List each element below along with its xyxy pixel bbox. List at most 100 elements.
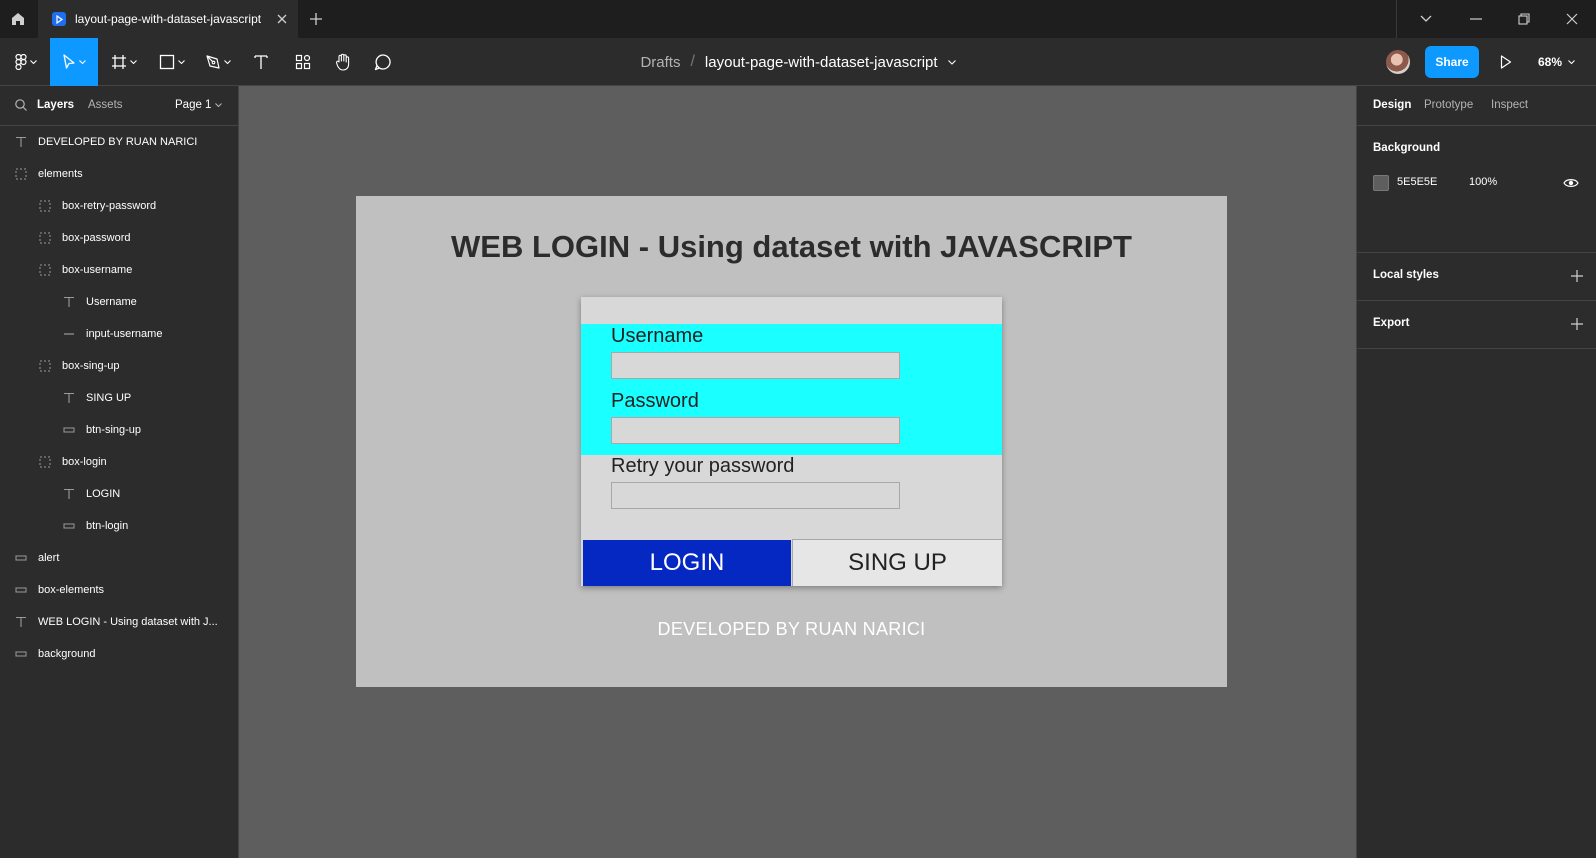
toolbar: Drafts / layout-page-with-dataset-javasc… [0, 38, 1596, 86]
shape-tool-button[interactable] [152, 38, 192, 86]
layer-row[interactable]: box-login [0, 446, 239, 478]
file-tab[interactable]: layout-page-with-dataset-javascript [38, 0, 298, 38]
pen-tool-button[interactable] [198, 38, 238, 86]
components-icon [295, 54, 311, 70]
avatar[interactable] [1386, 50, 1410, 74]
layer-label: Username [86, 296, 137, 308]
tab-prototype[interactable]: Prototype [1424, 99, 1473, 111]
resources-tool-button[interactable] [288, 38, 318, 86]
layer-row[interactable]: WEB LOGIN - Using dataset with J... [0, 606, 239, 638]
layer-row[interactable]: SING UP [0, 382, 239, 414]
layer-row[interactable]: box-elements [0, 574, 239, 606]
new-tab-button[interactable] [304, 7, 328, 31]
home-button[interactable] [0, 0, 36, 38]
layer-row[interactable]: box-retry-password [0, 190, 239, 222]
plus-icon [310, 13, 322, 25]
hand-tool-button[interactable] [328, 38, 358, 86]
figma-logo-icon [15, 54, 27, 70]
main-menu-button[interactable] [6, 38, 46, 86]
retry-password-label: Retry your password [611, 455, 795, 477]
close-icon [1566, 13, 1578, 25]
tab-design[interactable]: Design [1373, 99, 1411, 111]
close-icon [277, 14, 287, 24]
add-export-button[interactable] [1569, 316, 1585, 332]
signup-button[interactable]: SING UP [792, 539, 1002, 586]
layer-label: background [38, 648, 96, 660]
canvas[interactable]: WEB LOGIN - Using dataset with JAVASCRIP… [239, 86, 1573, 858]
eye-icon[interactable] [1563, 175, 1579, 191]
share-button[interactable]: Share [1425, 46, 1479, 78]
export-heading: Export [1373, 317, 1410, 329]
frame-icon [112, 55, 126, 69]
password-field[interactable] [611, 417, 900, 444]
close-tab-button[interactable] [270, 7, 294, 31]
background-hex-value[interactable]: 5E5E5E [1397, 176, 1437, 188]
file-name[interactable]: layout-page-with-dataset-javascript [705, 54, 938, 71]
file-menu-button[interactable] [947, 59, 956, 65]
plus-icon [1571, 270, 1583, 282]
frame-tool-button[interactable] [104, 38, 144, 86]
layer-label: box-retry-password [62, 200, 157, 212]
layer-row[interactable]: box-sing-up [0, 350, 239, 382]
tab-layers[interactable]: Layers [37, 99, 74, 111]
divider [1396, 0, 1397, 38]
layer-row[interactable]: alert [0, 542, 239, 574]
move-tool-button[interactable] [50, 38, 98, 86]
layer-row[interactable]: DEVELOPED BY RUAN NARICI [0, 126, 239, 158]
pen-icon [206, 55, 220, 69]
tab-assets[interactable]: Assets [88, 99, 123, 111]
rectangle-icon [159, 54, 175, 70]
text-icon [254, 55, 268, 69]
text-tool-button[interactable] [246, 38, 276, 86]
group-icon [38, 359, 52, 373]
breadcrumb-drafts[interactable]: Drafts [640, 54, 680, 71]
background-color-swatch[interactable] [1373, 175, 1389, 191]
rectangle-icon [14, 551, 28, 565]
breadcrumb-separator: / [690, 53, 695, 70]
layer-row[interactable]: box-password [0, 222, 239, 254]
cursor-icon [63, 54, 75, 69]
text-icon [14, 615, 28, 629]
page-selector[interactable]: Page 1 [175, 99, 223, 111]
design-frame[interactable]: WEB LOGIN - Using dataset with JAVASCRIP… [356, 196, 1227, 687]
hand-icon [335, 53, 350, 71]
layer-label: btn-sing-up [86, 424, 142, 436]
search-icon[interactable] [14, 98, 28, 112]
tab-inspect[interactable]: Inspect [1491, 99, 1528, 111]
layer-row[interactable]: elements [0, 158, 239, 190]
layer-row[interactable]: btn-sing-up [0, 414, 239, 446]
layer-row[interactable]: background [0, 638, 239, 670]
present-button[interactable] [1494, 50, 1518, 74]
zoom-menu[interactable]: 68% [1538, 50, 1575, 74]
layer-row[interactable]: box-username [0, 254, 239, 286]
local-styles-section: Local styles [1357, 253, 1596, 301]
login-box[interactable]: Username Password Retry your password LO… [581, 297, 1002, 586]
layer-row[interactable]: Username [0, 286, 239, 318]
comment-icon [374, 54, 391, 71]
background-heading: Background [1373, 142, 1441, 154]
close-window-button[interactable] [1548, 0, 1596, 38]
layer-row[interactable]: btn-login [0, 510, 239, 542]
layers-panel: Layers Assets Page 1 DEVELOPED BY RUAN N… [0, 86, 239, 858]
retry-password-field[interactable] [611, 482, 900, 509]
password-label: Password [611, 390, 699, 412]
login-button[interactable]: LOGIN [583, 540, 791, 586]
minimize-button[interactable] [1452, 0, 1500, 38]
background-opacity-value[interactable]: 100% [1469, 176, 1497, 188]
rectangle-icon [14, 647, 28, 661]
add-style-button[interactable] [1569, 268, 1585, 284]
developer-credit: DEVELOPED BY RUAN NARICI [657, 619, 926, 639]
breadcrumb: Drafts / layout-page-with-dataset-javasc… [0, 38, 1596, 86]
layer-label: elements [38, 168, 83, 180]
zoom-level: 68% [1538, 55, 1563, 69]
tabs-dropdown-button[interactable] [1402, 0, 1450, 38]
export-section: Export [1357, 301, 1596, 349]
comment-tool-button[interactable] [368, 38, 398, 86]
text-icon [14, 135, 28, 149]
restore-button[interactable] [1500, 0, 1548, 38]
username-field[interactable] [611, 352, 900, 379]
page-name: Page 1 [175, 99, 212, 111]
frame-title: WEB LOGIN - Using dataset with JAVASCRIP… [451, 229, 1132, 264]
layer-row[interactable]: input-username [0, 318, 239, 350]
layer-row[interactable]: LOGIN [0, 478, 239, 510]
